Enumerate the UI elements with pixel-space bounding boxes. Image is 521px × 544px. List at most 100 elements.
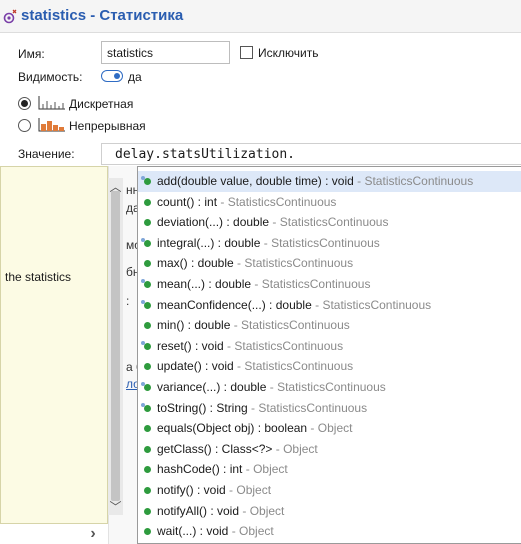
owner-class: StatisticsContinuous bbox=[261, 277, 371, 291]
owner-class: StatisticsContinuous bbox=[279, 215, 389, 230]
owner-class: StatisticsContinuous bbox=[244, 359, 354, 374]
completion-item-text: meanConfidence(...) : double - Statistic… bbox=[157, 295, 431, 316]
completion-item-text: wait(...) : void - Object bbox=[157, 521, 274, 542]
separator: - bbox=[247, 400, 259, 415]
completion-item-text: max() : double - StatisticsContinuous bbox=[157, 253, 353, 274]
owner-class: Object bbox=[239, 524, 274, 539]
completion-item[interactable]: max() : double - StatisticsContinuous bbox=[138, 253, 521, 274]
separator: - bbox=[230, 318, 242, 333]
properties-header: statistics - Статистика bbox=[0, 0, 521, 33]
owner-class: StatisticsContinuous bbox=[227, 194, 337, 209]
method-icon bbox=[144, 260, 151, 268]
completion-item[interactable]: add(double value, double time) : void - … bbox=[138, 171, 521, 192]
separator: - bbox=[353, 174, 365, 188]
tooltip-vertical-scrollbar[interactable] bbox=[108, 178, 123, 515]
method-signature: deviation(...) : double bbox=[157, 215, 270, 230]
method-signature: update() : void bbox=[157, 359, 234, 374]
completion-item[interactable]: count() : int - StatisticsContinuous bbox=[138, 192, 521, 213]
scroll-down-icon[interactable]: ﹀ bbox=[108, 500, 123, 514]
completion-item[interactable]: notifyAll() : void - Object bbox=[138, 501, 521, 522]
method-icon bbox=[144, 322, 151, 330]
completion-item-text: add(double value, double time) : void - … bbox=[157, 171, 473, 192]
owner-class: StatisticsContinuous bbox=[258, 400, 368, 415]
completion-item[interactable]: integral(...) : double - StatisticsConti… bbox=[138, 233, 521, 254]
separator: - bbox=[217, 194, 228, 209]
value-label: Значение: bbox=[18, 147, 75, 161]
completion-item[interactable]: notify() : void - Object bbox=[138, 480, 521, 501]
completion-item[interactable]: deviation(...) : double - StatisticsCont… bbox=[138, 212, 521, 233]
background-fragment: : bbox=[126, 294, 130, 308]
visibility-label: Видимость: bbox=[18, 70, 83, 84]
name-label: Имя: bbox=[18, 47, 45, 61]
completion-item-text: variance(...) : double - StatisticsConti… bbox=[157, 377, 386, 398]
method-signature: getClass() : Class<?> bbox=[157, 441, 273, 456]
method-signature: toString() : String bbox=[157, 400, 248, 415]
separator: - bbox=[251, 277, 262, 291]
completion-item[interactable]: meanConfidence(...) : double - Statistic… bbox=[138, 295, 521, 316]
code-completion-popup[interactable]: add(double value, double time) : void - … bbox=[137, 166, 521, 544]
completion-item-text: min() : double - StatisticsContinuous bbox=[157, 315, 350, 336]
method-icon bbox=[141, 279, 151, 288]
owner-class: StatisticsContinuous bbox=[244, 256, 354, 271]
completion-item[interactable]: min() : double - StatisticsContinuous bbox=[138, 315, 521, 336]
discrete-histogram-icon bbox=[38, 96, 65, 110]
method-icon bbox=[144, 528, 151, 536]
method-icon bbox=[144, 363, 151, 371]
owner-class: StatisticsContinuous bbox=[277, 380, 386, 394]
completion-item[interactable]: equals(Object obj) : boolean - Object bbox=[138, 418, 521, 439]
separator: - bbox=[225, 483, 237, 497]
toggle-knob bbox=[114, 73, 120, 79]
radio-selected-dot bbox=[21, 100, 28, 107]
method-icon bbox=[144, 487, 151, 494]
completion-item-text: equals(Object obj) : boolean - Object bbox=[157, 418, 352, 439]
separator: - bbox=[233, 359, 245, 374]
statistics-object-icon bbox=[3, 9, 17, 24]
completion-item-text: reset() : void - StatisticsContinuous bbox=[157, 336, 343, 357]
method-signature: variance(...) : double bbox=[157, 380, 267, 394]
tooltip-text: the statistics bbox=[5, 270, 72, 284]
exclude-checkbox[interactable] bbox=[240, 46, 253, 59]
discrete-radio[interactable] bbox=[18, 97, 31, 110]
method-signature: equals(Object obj) : boolean bbox=[157, 421, 308, 436]
completion-item[interactable]: wait(...) : void - Object bbox=[138, 521, 521, 542]
separator: - bbox=[239, 503, 250, 518]
separator: - bbox=[269, 215, 280, 230]
method-icon bbox=[141, 382, 151, 391]
owner-class: Object bbox=[253, 462, 288, 477]
separator: - bbox=[242, 462, 254, 477]
scroll-right-icon[interactable]: › bbox=[82, 525, 104, 543]
owner-class: StatisticsContinuous bbox=[322, 297, 432, 312]
visibility-toggle[interactable] bbox=[101, 70, 123, 82]
discrete-label: Дискретная bbox=[69, 97, 134, 111]
completion-item-text: notify() : void - Object bbox=[157, 480, 271, 501]
completion-item[interactable]: update() : void - StatisticsContinuous bbox=[138, 356, 521, 377]
separator: - bbox=[228, 524, 240, 539]
continuous-radio[interactable] bbox=[18, 119, 31, 132]
documentation-tooltip: the statistics bbox=[0, 166, 108, 524]
scrollbar-thumb[interactable] bbox=[111, 191, 120, 501]
completion-item[interactable]: getClass() : Class<?> - Object bbox=[138, 439, 521, 460]
completion-item[interactable]: toString() : String - StatisticsContinuo… bbox=[138, 398, 521, 419]
owner-class: StatisticsContinuous bbox=[234, 338, 344, 353]
completion-item[interactable]: reset() : void - StatisticsContinuous bbox=[138, 336, 521, 357]
value-code-field[interactable]: delay.statsUtilization. bbox=[101, 143, 521, 165]
separator: - bbox=[266, 380, 278, 394]
completion-item-text: integral(...) : double - StatisticsConti… bbox=[157, 233, 380, 254]
method-icon bbox=[144, 198, 151, 206]
method-signature: mean(...) : double bbox=[157, 277, 252, 291]
scroll-up-icon[interactable]: ︿ bbox=[108, 180, 123, 194]
owner-class: StatisticsContinuous bbox=[271, 235, 380, 250]
separator: - bbox=[311, 297, 323, 312]
separator: - bbox=[260, 235, 272, 250]
method-icon bbox=[141, 176, 151, 185]
method-icon bbox=[141, 340, 151, 350]
separator: - bbox=[233, 256, 245, 271]
method-icon bbox=[141, 237, 151, 247]
completion-item[interactable]: mean(...) : double - StatisticsContinuou… bbox=[138, 274, 521, 295]
completion-item-text: count() : int - StatisticsContinuous bbox=[157, 192, 336, 213]
owner-class: StatisticsContinuous bbox=[241, 318, 350, 333]
name-field[interactable]: statistics bbox=[101, 41, 230, 64]
owner-class: Object bbox=[317, 421, 353, 436]
completion-item[interactable]: hashCode() : int - Object bbox=[138, 459, 521, 480]
completion-item[interactable]: variance(...) : double - StatisticsConti… bbox=[138, 377, 521, 398]
